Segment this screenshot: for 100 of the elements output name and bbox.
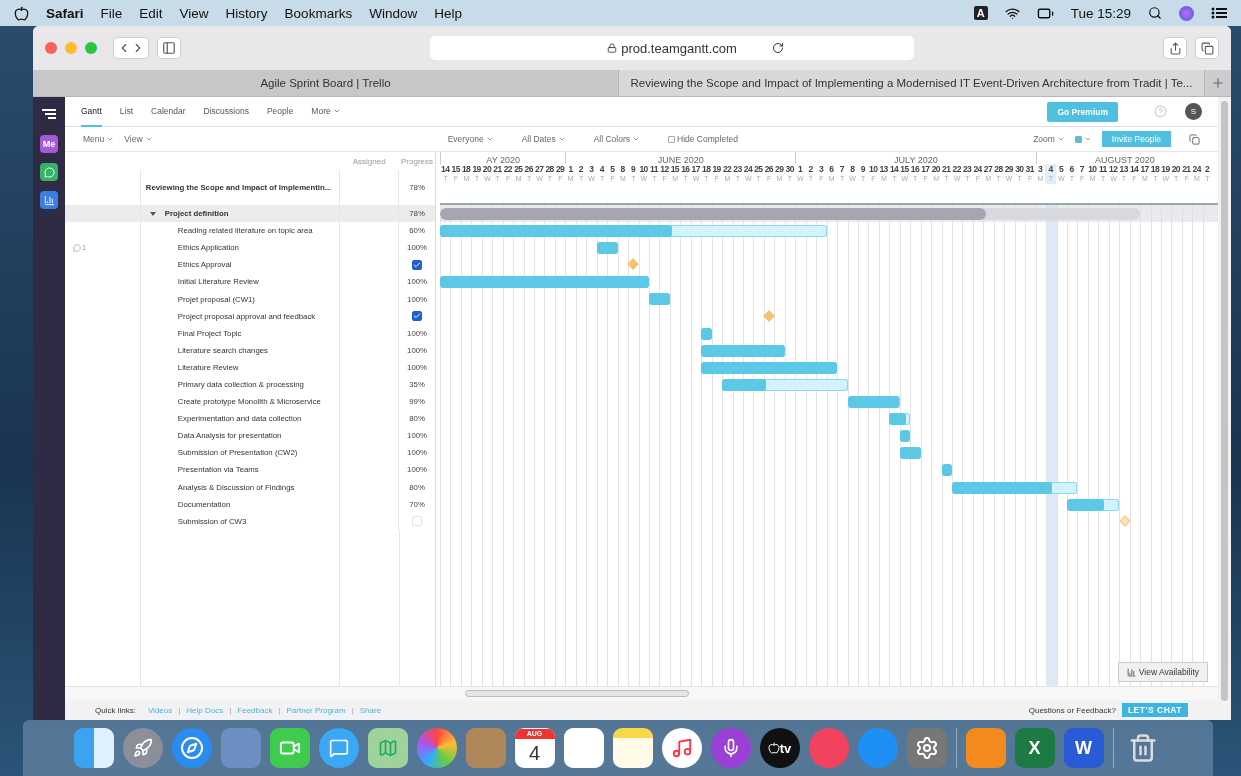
dock-app-button[interactable] <box>269 728 310 768</box>
assigned-cell[interactable] <box>339 444 400 462</box>
menu-item[interactable]: Edit <box>139 5 163 21</box>
caret-icon[interactable] <box>148 210 157 217</box>
progress-fill[interactable] <box>701 344 785 357</box>
progress-fill[interactable] <box>952 481 1053 494</box>
menu-item[interactable]: History <box>225 5 268 21</box>
share-button[interactable] <box>1163 37 1187 59</box>
nav-tab[interactable]: Calendar <box>151 96 186 127</box>
wifi-icon[interactable] <box>1004 5 1020 21</box>
dock-app-button[interactable] <box>906 728 947 768</box>
tabs-button[interactable] <box>1195 37 1219 59</box>
user-avatar[interactable]: S <box>1185 103 1202 120</box>
progress-fill[interactable] <box>596 242 618 255</box>
zoom-button[interactable] <box>85 42 97 54</box>
menu-item[interactable]: Help <box>434 5 462 21</box>
progress-fill[interactable] <box>941 464 953 477</box>
search-icon[interactable] <box>1148 6 1162 20</box>
assigned-cell[interactable] <box>339 222 400 240</box>
document-app-button[interactable]: W <box>1063 728 1104 768</box>
milestone-checkbox[interactable] <box>412 311 423 322</box>
scrollbar-thumb[interactable] <box>1221 101 1228 701</box>
sidebar-button[interactable] <box>157 37 181 59</box>
dock-app-button[interactable] <box>318 728 359 768</box>
export-icon[interactable] <box>1189 133 1200 145</box>
filter-dropdown[interactable]: All Colors <box>593 134 640 144</box>
assigned-cell[interactable] <box>339 290 400 308</box>
progress-fill[interactable] <box>899 430 911 443</box>
progress-fill[interactable] <box>722 378 766 391</box>
menu-dropdown[interactable]: Menu <box>83 134 115 144</box>
menu-item[interactable]: Window <box>369 5 418 21</box>
assigned-cell[interactable] <box>339 239 400 257</box>
task-bar[interactable] <box>722 378 848 391</box>
back-forward-button[interactable] <box>113 37 149 59</box>
sidebar-button[interactable] <box>40 163 58 181</box>
assigned-cell[interactable] <box>339 205 400 223</box>
checkbox[interactable] <box>668 135 675 143</box>
nav-tab[interactable]: List <box>119 96 134 127</box>
task-bar[interactable] <box>889 413 911 426</box>
browser-tab[interactable]: Reviewing the Scope and Impact of Implementing a Modernised IT Event-Driven Architecture from Tradit | Te... <box>619 70 1205 96</box>
dock-app-button[interactable] <box>367 728 408 768</box>
assigned-cell[interactable] <box>339 375 400 394</box>
zoom-dropdown[interactable]: Zoom <box>1033 134 1065 144</box>
menu-dropdown[interactable]: View <box>124 134 153 144</box>
progress-fill[interactable] <box>701 361 838 374</box>
filter-dropdown[interactable]: All Dates <box>521 134 566 144</box>
task-bar[interactable] <box>952 481 1078 494</box>
summary-bar[interactable] <box>440 208 1141 220</box>
dock-app-button[interactable] <box>171 728 212 768</box>
assigned-cell[interactable] <box>339 478 400 496</box>
assigned-cell[interactable] <box>339 461 400 479</box>
progress-fill[interactable] <box>701 327 712 340</box>
task-bar[interactable] <box>440 225 827 238</box>
browser-tab[interactable]: Agile Sprint Board | Trello <box>33 70 619 96</box>
color-dropdown[interactable] <box>1074 135 1092 143</box>
menu-clock[interactable]: Tue 15:29 <box>1070 5 1131 21</box>
menu-item[interactable]: View <box>179 5 209 21</box>
progress-fill[interactable] <box>649 293 670 306</box>
menu-item[interactable]: Safari <box>46 5 84 21</box>
nav-tab[interactable]: Gantt <box>81 96 102 127</box>
assigned-cell[interactable] <box>339 393 400 411</box>
progress-fill[interactable] <box>440 208 987 220</box>
task-bar[interactable] <box>1067 498 1120 511</box>
assigned-cell[interactable] <box>339 495 400 513</box>
address-field[interactable]: prod.teamgantt.com <box>430 36 914 60</box>
input-source-indicator[interactable]: A <box>973 6 988 20</box>
assigned-cell[interactable] <box>339 324 400 342</box>
nav-tab[interactable]: People <box>266 96 294 127</box>
progress-fill[interactable] <box>440 225 672 238</box>
assigned-cell[interactable] <box>339 410 400 428</box>
assigned-cell[interactable] <box>339 427 400 445</box>
scrollbar-thumb[interactable] <box>465 690 689 697</box>
nav-tab[interactable]: Discussions <box>203 96 249 127</box>
reload-icon[interactable] <box>772 42 784 54</box>
dock-app-button[interactable]: tv <box>759 728 800 768</box>
notepad-icon[interactable] <box>612 728 653 768</box>
progress-fill[interactable] <box>899 447 921 460</box>
view-availability-button[interactable]: View Availability <box>1117 662 1208 682</box>
filter-dropdown[interactable]: Everyone <box>447 134 494 144</box>
avatar-badge[interactable]: Me <box>40 135 58 153</box>
assigned-cell[interactable] <box>339 341 400 359</box>
assigned-cell[interactable] <box>339 273 400 291</box>
menu-icon[interactable] <box>42 109 56 119</box>
progress-fill[interactable] <box>1067 498 1104 511</box>
help-icon[interactable] <box>1154 105 1167 118</box>
menu-item[interactable]: File <box>100 5 123 21</box>
comment-icon[interactable] <box>73 243 81 252</box>
hide-completed-toggle[interactable]: Hide Completed <box>668 134 738 144</box>
assigned-cell[interactable] <box>339 358 400 376</box>
progress-fill[interactable] <box>440 276 649 289</box>
progress-fill[interactable] <box>889 413 907 426</box>
nav-tab[interactable]: More <box>311 96 341 127</box>
assigned-cell[interactable] <box>339 307 400 325</box>
apple-logo-icon[interactable] <box>14 5 29 21</box>
dock-app-button[interactable] <box>661 728 702 768</box>
siri-icon[interactable] <box>1179 5 1194 21</box>
assigned-cell[interactable] <box>339 256 400 274</box>
spreadsheet-app-button[interactable]: X <box>1014 728 1055 768</box>
milestone-checkbox[interactable] <box>412 259 423 270</box>
progress-fill[interactable] <box>847 396 900 409</box>
